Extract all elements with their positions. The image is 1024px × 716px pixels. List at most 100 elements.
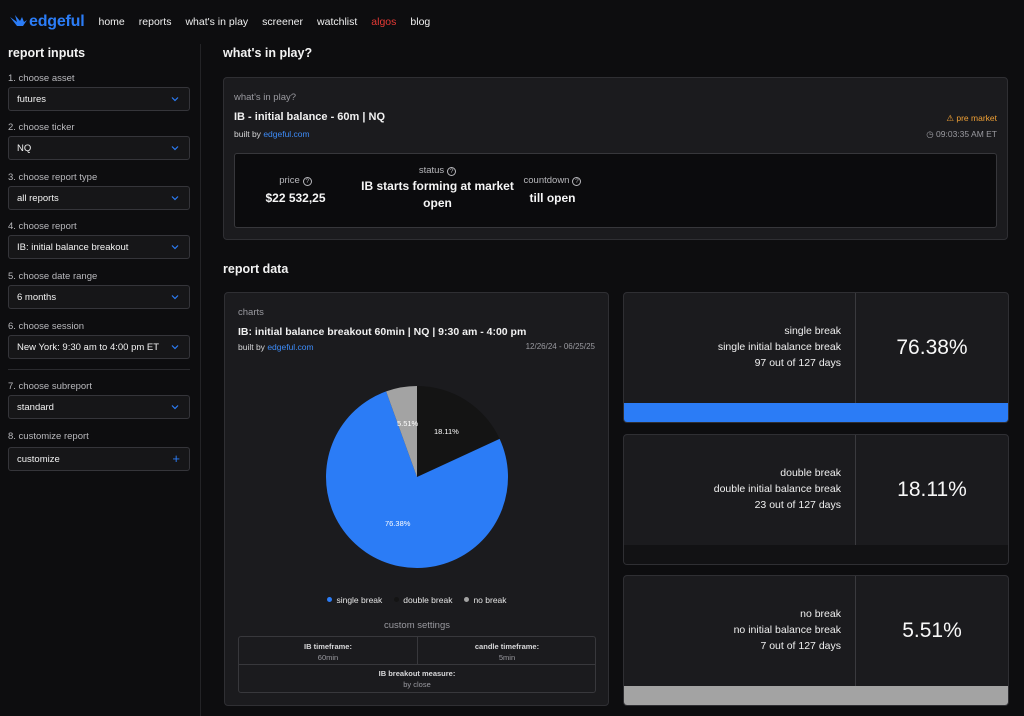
legend-item-double[interactable]: double break (394, 595, 452, 605)
setting-value: 60min (317, 653, 339, 662)
legend-item-none[interactable]: no break (464, 595, 507, 605)
single-break-percent: 76.38% (896, 336, 968, 359)
chevron-down-icon (171, 146, 179, 151)
double-break-bar (624, 545, 1008, 564)
chevron-down-icon (171, 405, 179, 410)
logo[interactable]: edgeful (9, 13, 85, 31)
whats-in-play-card: what's in play? IB - initial balance - 6… (223, 77, 1008, 240)
date-range-select-value: 6 months (17, 291, 57, 303)
nav-watchlist[interactable]: watchlist (317, 16, 357, 28)
nav-algos[interactable]: algos (371, 16, 396, 28)
chevron-down-icon (171, 295, 179, 300)
help-icon[interactable]: ? (447, 167, 457, 176)
bird-logo-icon (10, 15, 27, 26)
nav-whats-in-play[interactable]: what's in play (185, 16, 248, 28)
no-break-bar (624, 686, 1008, 705)
report-type-select-value: all reports (17, 192, 59, 204)
legend-label: single break (336, 595, 383, 605)
pie-label-double-break: 18.11% (434, 427, 459, 436)
customize-label: 8. customize report (8, 431, 89, 442)
custom-settings-grid: IB timeframe: 60min candle timeframe: 5m… (238, 636, 596, 693)
wip-subtitle: what's in play? (234, 92, 297, 103)
pie-chart: 18.11% 76.38% 5.51% (326, 386, 508, 568)
stat-description: no initial balance break (733, 624, 841, 636)
chart-legend: single break double break no break (225, 595, 609, 605)
stat-description: single initial balance break (717, 341, 841, 353)
edgeful-link[interactable]: edgeful.com (263, 129, 309, 139)
nav-reports[interactable]: reports (139, 16, 172, 28)
built-by-text: built by (234, 129, 261, 139)
date-range-label: 5. choose date range (8, 271, 98, 282)
double-break-percent: 18.11% (897, 478, 967, 501)
chevron-down-icon (171, 97, 179, 102)
single-break-text: single break single initial balance brea… (624, 323, 855, 371)
report-type-label: 3. choose report type (8, 172, 98, 183)
double-break-card: double break double initial balance brea… (623, 434, 1009, 565)
candle-timeframe-setting: candle timeframe: 5min (418, 641, 596, 663)
price-value: $22 532,25 (265, 191, 326, 205)
setting-key: candle timeframe: (474, 642, 540, 651)
date-range-select[interactable]: 6 months (8, 285, 190, 309)
chevron-down-icon (171, 196, 179, 201)
ticker-label: 2. choose ticker (8, 122, 75, 133)
sidebar-title: report inputs (8, 46, 86, 60)
stat-name: single break (784, 325, 841, 337)
countdown-stat: countdown? till open (505, 175, 600, 207)
nav-blog[interactable]: blog (410, 16, 430, 28)
custom-settings-title: custom settings (384, 620, 450, 631)
timestamp-text: 09:03:35 AM ET (936, 129, 997, 139)
ticker-select-value: NQ (17, 142, 32, 154)
countdown-label: countdown (523, 175, 570, 186)
price-label: price (279, 175, 300, 186)
report-label: 4. choose report (8, 221, 77, 232)
help-icon[interactable]: ? (572, 177, 582, 186)
session-select-value: New York: 9:30 am to 4:00 pm ET (17, 341, 160, 353)
report-type-select[interactable]: all reports (8, 186, 190, 210)
price-stat: price? $22 532,25 (253, 175, 338, 207)
status-stat: status? IB starts forming at market open (360, 165, 515, 212)
breakout-measure-setting: IB breakout measure: by close (239, 668, 595, 690)
chart-card: charts IB: initial balance breakout 60mi… (224, 292, 609, 706)
help-icon[interactable]: ? (302, 177, 312, 186)
ticker-select[interactable]: NQ (8, 136, 190, 160)
legend-item-single[interactable]: single break (327, 595, 382, 605)
legend-dot (464, 597, 470, 602)
asset-label: 1. choose asset (8, 73, 75, 84)
customize-button-label: customize (17, 453, 60, 465)
single-break-card: single break single initial balance brea… (623, 292, 1009, 423)
setting-value: by close (403, 680, 431, 689)
wip-stats-box: price? $22 532,25 status? IB starts form… (234, 153, 997, 228)
countdown-value: till open (529, 191, 576, 205)
no-break-text: no break no initial balance break 7 out … (624, 606, 855, 654)
stat-description: double initial balance break (713, 483, 841, 495)
pie-label-single-break: 76.38% (385, 519, 411, 528)
grid-divider (239, 664, 595, 665)
asset-select[interactable]: futures (8, 87, 190, 111)
asset-select-value: futures (17, 93, 47, 105)
pre-market-text: pre market (956, 113, 997, 123)
stat-name: double break (780, 467, 841, 479)
subreport-select[interactable]: standard (8, 395, 190, 419)
setting-key: IB timeframe: (304, 642, 352, 651)
nav-home[interactable]: home (99, 16, 125, 28)
sidebar-divider (8, 369, 190, 370)
pre-market-badge: ⚠ pre market (946, 113, 997, 124)
stat-count: 7 out of 127 days (760, 640, 841, 652)
wip-title: IB - initial balance - 60m | NQ (234, 111, 386, 123)
chevron-down-icon (171, 345, 179, 350)
warning-icon: ⚠ (946, 113, 954, 123)
legend-dot (327, 597, 333, 602)
report-select[interactable]: IB: initial balance breakout (8, 235, 190, 259)
nav-screener[interactable]: screener (262, 16, 303, 28)
stat-count: 23 out of 127 days (754, 499, 841, 511)
single-break-bar (624, 403, 1008, 422)
sidebar: report inputs 1. choose asset futures 2.… (0, 44, 201, 716)
session-select[interactable]: New York: 9:30 am to 4:00 pm ET (8, 335, 190, 359)
subreport-label: 7. choose subreport (8, 381, 92, 392)
pie-label-no-break: 5.51% (397, 419, 419, 428)
ib-timeframe-setting: IB timeframe: 60min (239, 641, 417, 663)
top-nav: edgeful home reports what's in play scre… (0, 0, 1024, 44)
setting-value: 5min (498, 653, 516, 662)
status-value: IB starts forming at market open (361, 179, 514, 210)
customize-button[interactable]: customize + (8, 447, 190, 471)
